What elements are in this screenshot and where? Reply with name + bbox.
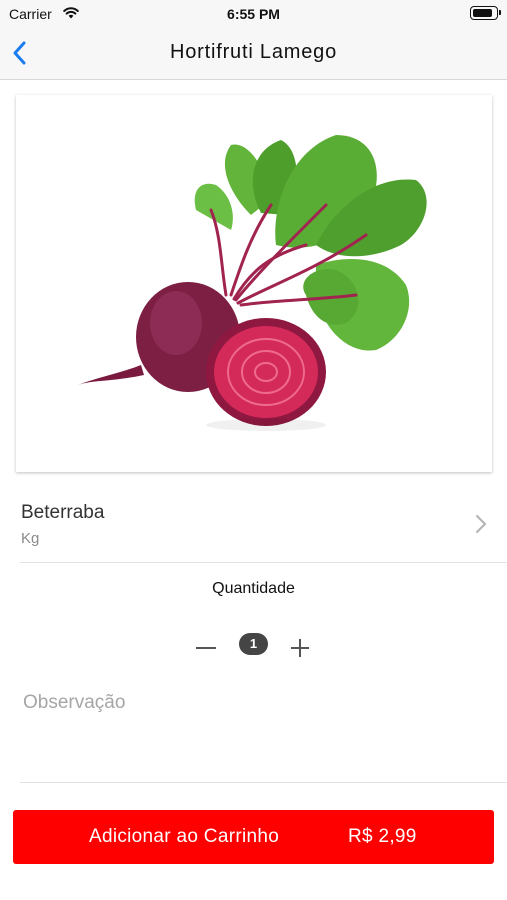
beet-root-tail — [78, 365, 144, 385]
increase-quantity-button[interactable] — [286, 633, 314, 661]
product-image-card — [16, 95, 492, 472]
status-time: 6:55 PM — [227, 6, 280, 22]
status-bar: Carrier 6:55 PM — [0, 0, 507, 28]
page-title: Hortifruti Lamego — [170, 41, 337, 63]
quantity-label: Quantidade — [212, 580, 295, 597]
add-to-cart-label: Adicionar ao Carrinho — [89, 826, 280, 847]
product-details-row[interactable]: Beterraba Kg — [0, 490, 507, 562]
add-to-cart-button[interactable]: Adicionar ao Carrinho R$ 2,99 — [13, 810, 494, 864]
battery-level — [473, 9, 492, 17]
navigation-bar: Hortifruti Lamego — [0, 28, 507, 80]
product-unit: Kg — [21, 530, 40, 547]
observation-input[interactable] — [20, 688, 487, 778]
divider — [20, 782, 507, 783]
divider — [20, 562, 507, 563]
cart-price: R$ 2,99 — [348, 826, 417, 847]
battery-icon — [470, 6, 501, 20]
decrease-quantity-button[interactable] — [192, 633, 220, 661]
beetroot-image — [78, 135, 427, 431]
product-name: Beterraba — [21, 502, 105, 523]
chevron-right-icon — [476, 515, 486, 533]
quantity-value: 1 — [239, 633, 268, 655]
